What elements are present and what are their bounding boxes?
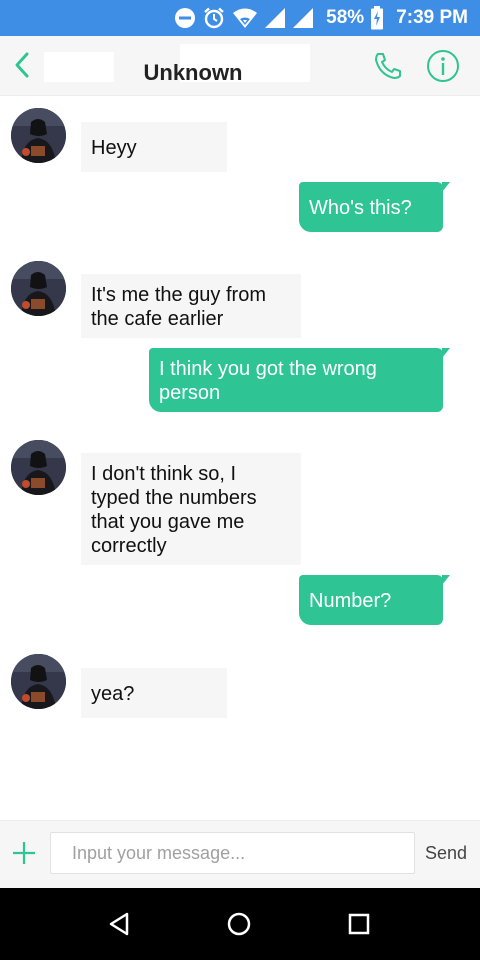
message-composer: Send [0,820,480,888]
message-text-line: I think you got the wrong [159,358,377,380]
contact-name: Unknown [143,60,243,85]
cell-signal-icon [292,7,314,29]
message-text-line: person [159,382,221,404]
incoming-message[interactable]: Heyy [81,122,227,172]
phone-icon[interactable] [372,50,404,82]
do-not-disturb-icon [174,7,196,29]
outgoing-message[interactable]: Who's this? [299,182,450,232]
home-circle-icon[interactable] [223,908,255,940]
chat-header: Unknown [0,36,480,96]
message-text: Heyy [91,137,137,159]
bubble-tail [442,348,450,358]
contact-avatar[interactable] [11,108,66,163]
back-triangle-icon[interactable] [104,908,136,940]
battery-percent: 58% [326,7,365,28]
incoming-message[interactable]: yea? [81,668,227,718]
status-bar: 58% 7:39 PM [0,0,480,36]
cell-signal-icon [264,7,286,29]
battery-charging-icon [370,6,384,30]
status-time: 7:39 PM [396,7,468,28]
message-text-line: I don't think so, I [91,463,237,485]
message-text-line: typed the numbers [91,487,257,509]
message-text-line: correctly [91,535,167,557]
contact-avatar[interactable] [11,440,66,495]
message-list[interactable]: Heyy Who's this? It's me the guy from th… [0,97,480,820]
message-text: Who's this? [309,197,412,219]
message-text: Number? [309,590,392,612]
wifi-icon [232,7,258,29]
message-text-line: the cafe earlier [91,308,224,330]
outgoing-message[interactable]: I think you got the wrong person [149,348,450,412]
contact-avatar[interactable] [11,654,66,709]
info-icon[interactable] [426,49,460,83]
contact-avatar[interactable] [11,261,66,316]
system-nav-bar [0,888,480,960]
bubble-tail [442,575,450,585]
outgoing-message[interactable]: Number? [299,575,450,625]
alarm-icon [202,6,226,30]
message-input[interactable] [50,832,415,874]
incoming-message[interactable]: It's me the guy from the cafe earlier [81,274,301,338]
plus-icon[interactable] [10,839,38,867]
message-text: yea? [91,683,135,705]
message-text-line: that you gave me [91,511,245,533]
send-button[interactable]: Send [420,839,472,867]
recents-square-icon[interactable] [343,908,375,940]
bubble-tail [442,182,450,192]
message-text-line: It's me the guy from [91,284,266,306]
incoming-message[interactable]: I don't think so, I typed the numbers th… [81,453,301,565]
